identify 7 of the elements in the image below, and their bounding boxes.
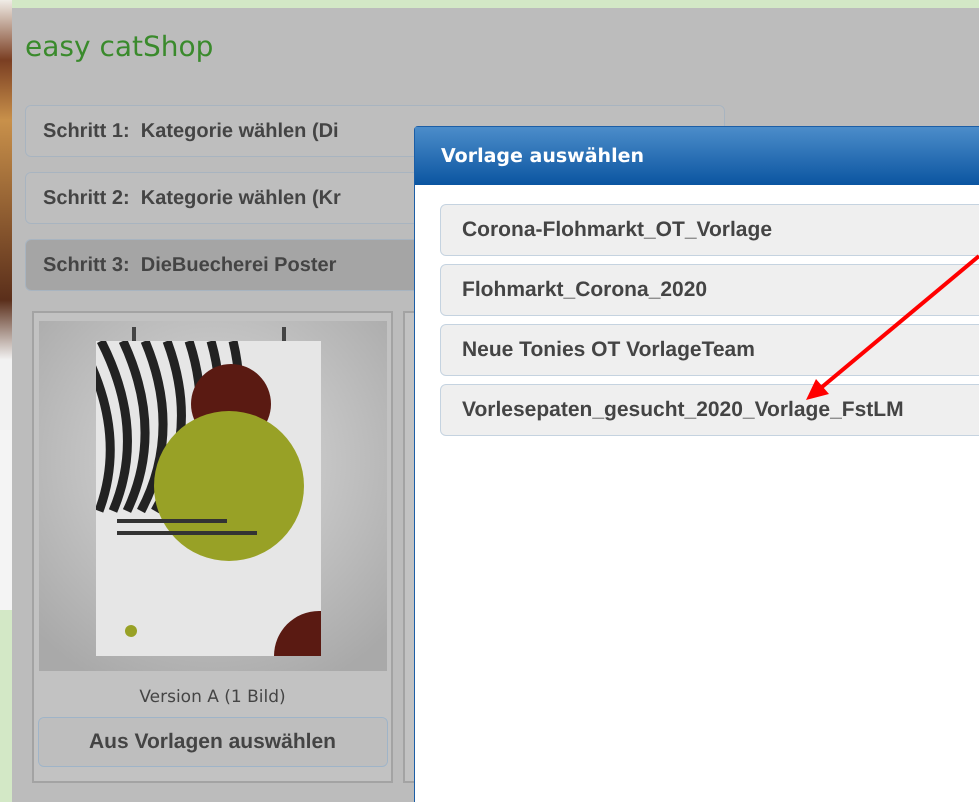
template-item[interactable]: Flohmarkt_Corona_2020 xyxy=(440,264,979,316)
choose-template-button[interactable]: Aus Vorlagen auswählen xyxy=(38,717,388,767)
template-item[interactable]: Vorlesepaten_gesucht_2020_Vorlage_FstLM xyxy=(440,384,979,436)
template-item[interactable]: Corona-Flohmarkt_OT_Vorlage xyxy=(440,204,979,256)
template-item[interactable]: Neue Tonies OT VorlageTeam xyxy=(440,324,979,376)
shop-title: easy catShop xyxy=(25,30,214,65)
card-caption: Version A (1 Bild) xyxy=(139,687,286,707)
